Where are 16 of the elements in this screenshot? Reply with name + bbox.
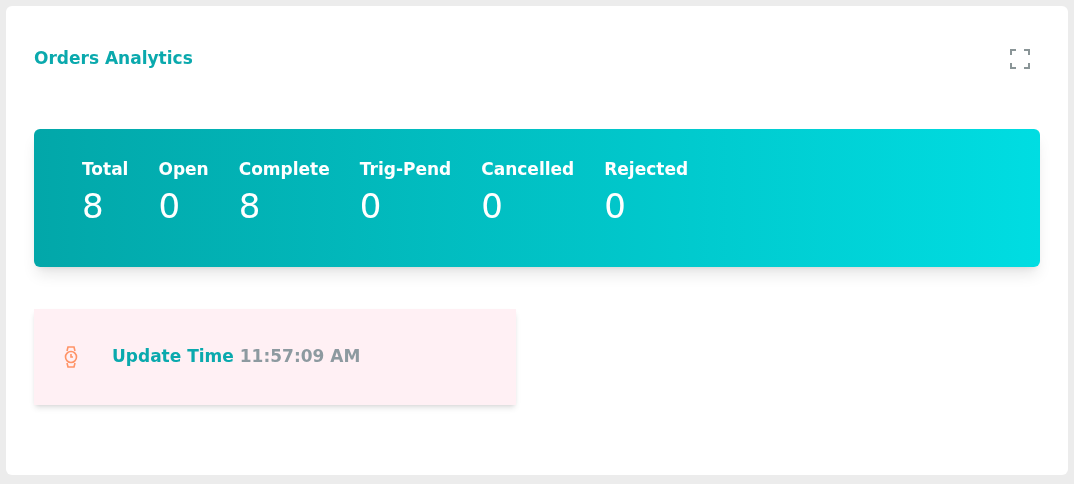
stat-value: 8 — [238, 184, 262, 228]
stat-value: 0 — [481, 184, 504, 228]
card-title: Orders Analytics — [34, 47, 193, 70]
update-time: Update Time 11:57:09 AM — [112, 344, 361, 368]
stat-label: Complete — [238, 157, 330, 181]
stat-label: Rejected — [604, 157, 689, 181]
watch-icon — [64, 345, 78, 368]
stat-label: Cancelled — [481, 157, 575, 181]
stat-value: 0 — [604, 184, 627, 228]
stat-value: 8 — [82, 184, 105, 228]
stat-value: 0 — [158, 184, 182, 228]
stat-label: Open — [158, 157, 209, 181]
stat-label: Trig-Pend — [359, 157, 452, 181]
stat-label: Total — [82, 157, 129, 181]
expand-icon[interactable] — [1010, 48, 1030, 69]
stat-value: 0 — [359, 184, 383, 228]
